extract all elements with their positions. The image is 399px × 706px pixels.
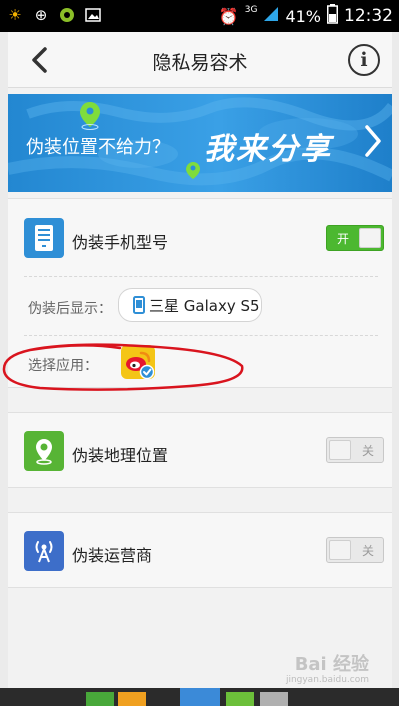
network-type: 3G: [244, 5, 258, 15]
weather-sun-icon: ☀: [8, 5, 22, 24]
phone-model-toggle[interactable]: 开: [326, 225, 384, 251]
system-indicators: ⏰ 3G 41% 12:32: [219, 0, 393, 32]
banner-cta: 我来分享: [204, 132, 332, 167]
divider: [24, 276, 378, 277]
map-pin-icon: [80, 102, 100, 130]
gps-icon: ⊕: [34, 5, 48, 24]
bottom-thumbnail-strip: [0, 688, 399, 706]
location-toggle[interactable]: 关: [326, 437, 384, 463]
thumbnail: [180, 688, 220, 706]
battery-icon: [327, 4, 338, 28]
location-card: 伪装地理位置 关: [8, 412, 392, 488]
thumbnail: [118, 692, 146, 706]
thumbnail: [260, 692, 288, 706]
title-bar: 隐私易容术 i: [8, 32, 392, 88]
carrier-toggle[interactable]: 关: [326, 537, 384, 563]
app-notification-icon: [58, 6, 76, 24]
display-label: 伪装后显示：: [28, 301, 112, 317]
toggle-knob: [359, 228, 381, 248]
info-icon: i: [360, 49, 368, 71]
toggle-knob: [329, 540, 351, 560]
chevron-right-icon: [365, 125, 381, 157]
phone-model-label: 伪装手机型号: [72, 233, 169, 252]
share-banner[interactable]: 伪装位置不给力？ 我来分享: [8, 94, 392, 192]
watermark: Bai 经验: [294, 654, 369, 675]
device-model-name: 三星 Galaxy S5: [149, 296, 260, 315]
status-bar: ☀ ⊕ ⏰ 3G 41% 12:32: [0, 0, 399, 32]
red-annotation-circle: [2, 343, 244, 391]
toggle-state-label: 关: [361, 544, 374, 558]
banner-text: 伪装位置不给力？: [26, 137, 170, 158]
battery-percent: 41%: [285, 6, 321, 26]
clock: 12:32: [344, 6, 393, 26]
watermark-url: jingyan.baidu.com: [285, 675, 369, 685]
device-model-select[interactable]: 三星 Galaxy S5: [118, 288, 262, 322]
thumbnail: [226, 692, 254, 706]
carrier-label: 伪装运营商: [72, 546, 153, 565]
carrier-card: 伪装运营商 关: [8, 512, 392, 588]
info-button[interactable]: i: [348, 44, 380, 76]
location-pin-icon: [24, 431, 64, 471]
notification-icons: ☀ ⊕: [6, 6, 102, 24]
toggle-knob: [329, 440, 351, 460]
toggle-state-label: 关: [361, 444, 374, 458]
phone-small-icon: [133, 296, 145, 314]
page-title: 隐私易容术: [152, 52, 248, 74]
divider: [24, 335, 378, 336]
signal-icon: [263, 6, 279, 26]
image-icon: [84, 6, 102, 24]
location-label: 伪装地理位置: [72, 446, 169, 465]
toggle-state-label: 开: [337, 232, 350, 246]
antenna-icon: [24, 531, 64, 571]
alarm-icon: ⏰: [218, 6, 239, 26]
phone-icon: [24, 218, 64, 258]
thumbnail: [86, 692, 114, 706]
